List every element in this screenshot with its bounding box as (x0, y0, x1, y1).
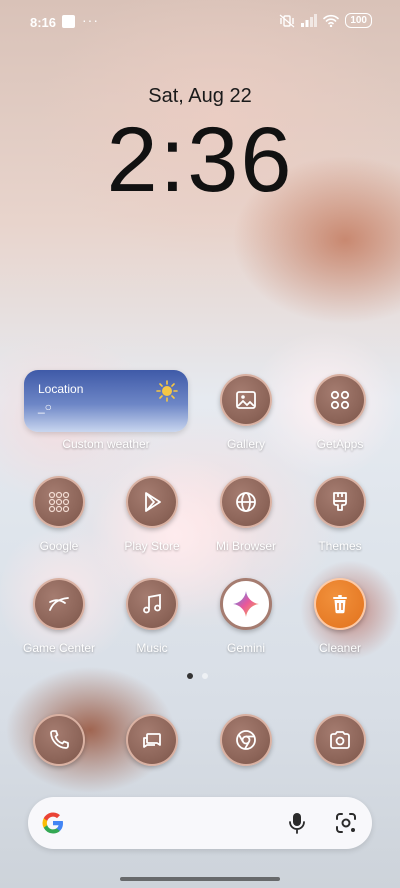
chrome-app[interactable] (220, 714, 272, 766)
themes-label: Themes (318, 539, 362, 553)
getapps-icon (330, 390, 350, 410)
home-gesture-bar[interactable] (120, 877, 280, 881)
game-center-label: Game Center (22, 641, 96, 655)
notification-icon (62, 15, 75, 28)
globe-icon (236, 492, 256, 512)
weather-widget-label: Custom weather (62, 437, 150, 451)
music-label: Music (136, 641, 168, 655)
google-folder[interactable] (33, 476, 85, 528)
lockscreen-date[interactable]: Sat, Aug 22 (0, 85, 400, 108)
camera-app[interactable] (314, 714, 366, 766)
weather-location: Location (38, 382, 84, 396)
google-search-bar[interactable] (28, 797, 372, 849)
sun-icon (156, 380, 178, 402)
chrome-icon (236, 730, 256, 750)
signal-icon (301, 14, 318, 27)
phone-icon (50, 730, 69, 749)
weather-temperature: _○ (38, 400, 52, 414)
play-store-label: Play Store (124, 539, 180, 553)
play-store-icon (145, 492, 161, 512)
phone-app[interactable] (33, 714, 85, 766)
gallery-icon (236, 391, 256, 409)
page-dot (202, 673, 208, 679)
game-center-app[interactable] (33, 578, 85, 630)
battery-indicator: 100 (345, 13, 372, 28)
music-app[interactable] (126, 578, 178, 630)
messages-icon (143, 733, 161, 748)
google-folder-icon (48, 491, 70, 513)
page-dot-active (187, 673, 193, 679)
more-notifications-icon: ··· (82, 12, 99, 28)
microphone-icon[interactable] (286, 811, 308, 835)
mi-browser-label: Mi Browser (215, 539, 277, 553)
weather-widget[interactable]: Location _○ (24, 370, 188, 432)
camera-icon (330, 731, 350, 749)
gemini-app[interactable] (220, 578, 272, 630)
game-center-icon (49, 597, 69, 611)
lockscreen-clock[interactable]: 2:36 (0, 108, 400, 213)
mi-browser-app[interactable] (220, 476, 272, 528)
trash-icon (333, 595, 347, 614)
cleaner-app[interactable] (314, 578, 366, 630)
cleaner-label: Cleaner (318, 641, 362, 655)
themes-app[interactable] (314, 476, 366, 528)
status-time: 8:16 (30, 15, 57, 30)
getapps-app[interactable] (314, 374, 366, 426)
page-indicator[interactable] (187, 673, 208, 679)
status-icons: 100 (279, 13, 372, 28)
messages-app[interactable] (126, 714, 178, 766)
getapps-label: GetApps (316, 437, 364, 451)
music-note-icon (143, 593, 161, 614)
vibrate-icon (279, 14, 295, 27)
paintbrush-icon (333, 492, 347, 511)
google-label: Google (39, 539, 79, 553)
google-lens-icon[interactable] (334, 811, 358, 835)
status-bar: 8:16 ··· 100 (0, 0, 400, 44)
gemini-label: Gemini (226, 641, 266, 655)
play-store-app[interactable] (126, 476, 178, 528)
wifi-icon (323, 14, 340, 27)
gallery-app[interactable] (220, 374, 272, 426)
gemini-sparkle-icon (233, 591, 259, 617)
google-logo-icon (42, 812, 63, 834)
gallery-label: Gallery (226, 437, 266, 451)
